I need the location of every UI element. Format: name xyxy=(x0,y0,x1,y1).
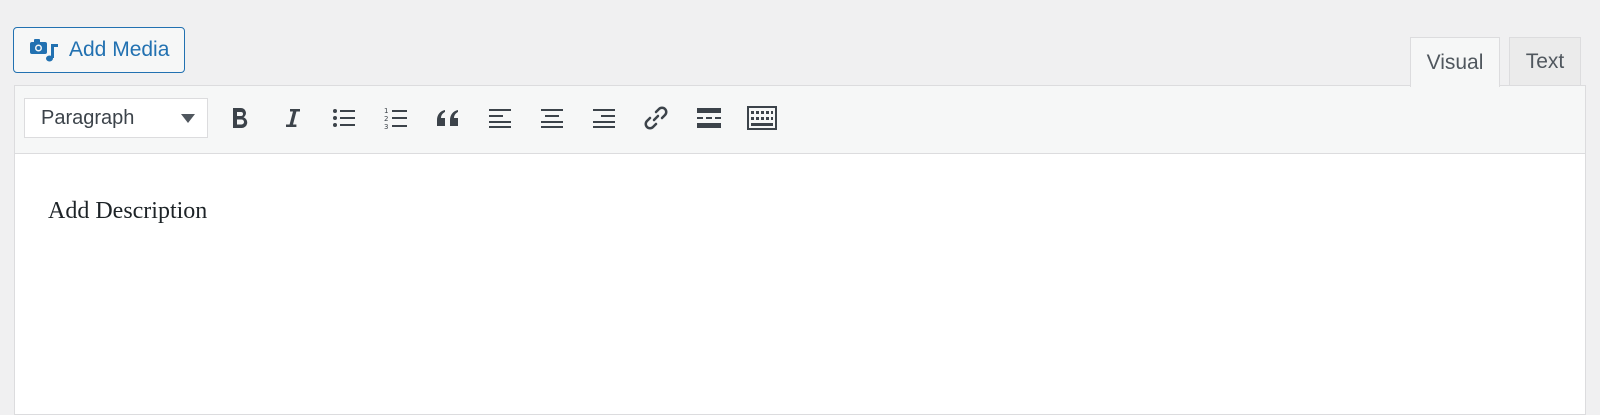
add-media-button[interactable]: Add Media xyxy=(13,27,185,73)
add-media-label: Add Media xyxy=(69,38,170,61)
formatting-toolbar: Paragraph 1 2 3 xyxy=(15,86,1585,154)
insert-link-button[interactable] xyxy=(638,100,674,136)
toolbar-toggle-button[interactable] xyxy=(744,100,780,136)
svg-text:1: 1 xyxy=(384,107,388,115)
svg-text:3: 3 xyxy=(384,123,388,130)
editor-content[interactable]: Add Description xyxy=(48,198,207,225)
align-left-icon xyxy=(488,107,512,129)
numbered-list-button[interactable]: 1 2 3 xyxy=(378,100,414,136)
bold-button[interactable] xyxy=(222,100,258,136)
tab-visual-label: Visual xyxy=(1426,50,1484,74)
tab-text[interactable]: Text xyxy=(1509,37,1581,86)
align-right-button[interactable] xyxy=(586,100,622,136)
bulleted-list-icon xyxy=(332,107,356,129)
italic-button[interactable] xyxy=(274,100,310,136)
bulleted-list-button[interactable] xyxy=(326,100,362,136)
align-center-button[interactable] xyxy=(534,100,570,136)
align-center-icon xyxy=(540,107,564,129)
numbered-list-icon: 1 2 3 xyxy=(384,106,408,130)
align-left-button[interactable] xyxy=(482,100,518,136)
read-more-button[interactable] xyxy=(691,100,727,136)
svg-text:2: 2 xyxy=(384,115,388,123)
media-camera-music-icon xyxy=(29,36,59,64)
format-select-value: Paragraph xyxy=(41,106,135,129)
tab-visual[interactable]: Visual xyxy=(1410,37,1500,87)
blockquote-icon xyxy=(435,108,461,128)
editor-container: Paragraph 1 2 3 Add Description xyxy=(14,85,1586,415)
link-icon xyxy=(643,105,669,131)
keyboard-icon xyxy=(747,106,777,130)
format-select[interactable]: Paragraph xyxy=(24,98,208,138)
blockquote-button[interactable] xyxy=(430,100,466,136)
bold-icon xyxy=(229,106,251,130)
caret-down-icon xyxy=(181,113,195,123)
read-more-icon xyxy=(696,107,722,129)
align-right-icon xyxy=(592,107,616,129)
tab-text-label: Text xyxy=(1525,50,1565,73)
italic-icon xyxy=(281,106,303,130)
editor-header: Add Media Visual Text xyxy=(0,0,1600,87)
